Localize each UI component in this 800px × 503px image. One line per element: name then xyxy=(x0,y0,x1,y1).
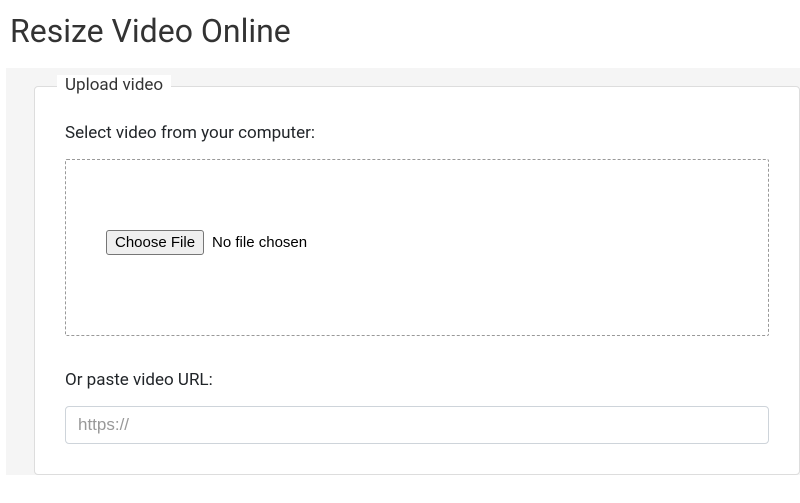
paste-url-label: Or paste video URL: xyxy=(65,370,769,390)
upload-legend: Upload video xyxy=(57,75,171,95)
video-url-input[interactable] xyxy=(65,406,769,444)
upload-fieldset: Upload video Select video from your comp… xyxy=(34,86,800,475)
choose-file-button[interactable]: Choose File xyxy=(106,230,204,255)
upload-panel: Upload video Select video from your comp… xyxy=(6,68,800,475)
page-title: Resize Video Online xyxy=(0,0,800,68)
file-dropzone[interactable]: Choose File No file chosen xyxy=(65,159,769,336)
file-input-row: Choose File No file chosen xyxy=(106,230,728,255)
select-video-label: Select video from your computer: xyxy=(65,123,769,143)
file-status-text: No file chosen xyxy=(212,234,307,251)
